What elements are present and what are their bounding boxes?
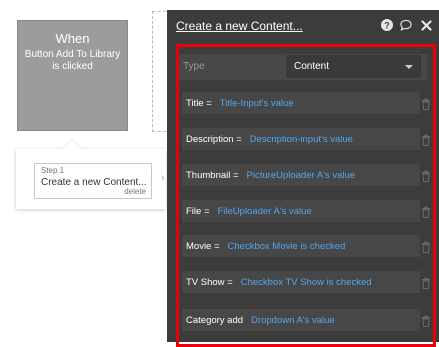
panel-header: Create a new Content... ? [167,10,439,42]
field-expression[interactable]: FileUploader A's value [218,206,312,217]
trash-icon[interactable] [421,205,431,218]
panel-title[interactable]: Create a new Content... [176,19,303,33]
field-name: Category add [186,315,244,326]
type-label: Type [183,61,205,72]
close-icon[interactable] [420,19,432,31]
steps-notch [63,140,81,158]
field-expression[interactable]: Description-input's value [250,134,353,145]
comment-icon[interactable] [400,19,412,31]
field-name: TV Show = [186,277,233,288]
help-icon[interactable]: ? [381,19,393,31]
field-name: Title = [186,98,212,109]
field-expression[interactable]: Title-Input's value [220,98,294,109]
type-dropdown[interactable]: Content [286,55,421,78]
field-expression[interactable]: PictureUploader A's value [247,170,356,181]
action-property-panel: Create a new Content... ? Type Content T… [167,10,439,347]
step-number: Step 1 [41,166,65,175]
field-name: Movie = [186,241,220,252]
type-dropdown-value: Content [294,61,330,72]
trash-icon[interactable] [421,240,431,253]
trigger-title: When [55,31,90,46]
field-expression[interactable]: Dropdown A's value [251,315,335,326]
type-row: Type Content [179,54,427,80]
field-name: File = [186,206,210,217]
field-row-category[interactable]: Category add Dropdown A's value [182,309,420,331]
svg-text:?: ? [384,21,390,31]
field-expression[interactable]: Checkbox Movie is checked [228,241,346,252]
trash-icon[interactable] [421,276,431,289]
trash-icon[interactable] [421,169,431,182]
field-row-movie[interactable]: Movie = Checkbox Movie is checked [182,235,420,257]
step-1-card[interactable]: Step 1 Create a new Content... delete [34,163,152,199]
field-name: Description = [186,134,242,145]
steps-area: Step 1 Create a new Content... delete [16,140,166,209]
field-row-thumbnail[interactable]: Thumbnail = PictureUploader A's value [182,164,420,186]
highlight-frame [176,44,436,347]
event-trigger-card[interactable]: When Button Add To Library is clicked [17,20,128,131]
field-row-file[interactable]: File = FileUploader A's value [182,200,420,222]
chevron-down-icon [405,65,413,69]
field-row-tv-show[interactable]: TV Show = Checkbox TV Show is checked [182,271,420,293]
field-expression[interactable]: Checkbox TV Show is checked [241,277,372,288]
trash-icon[interactable] [421,97,431,110]
trigger-subtitle: Button Add To Library is clicked [24,49,121,72]
field-name: Thumbnail = [186,170,239,181]
field-row-description[interactable]: Description = Description-input's value [182,128,420,150]
trash-icon[interactable] [421,314,431,327]
trash-icon[interactable] [421,133,431,146]
delete-step-link[interactable]: delete [124,187,146,196]
add-step-arrow-icon[interactable]: › [161,172,165,184]
field-row-title[interactable]: Title = Title-Input's value [182,92,420,114]
